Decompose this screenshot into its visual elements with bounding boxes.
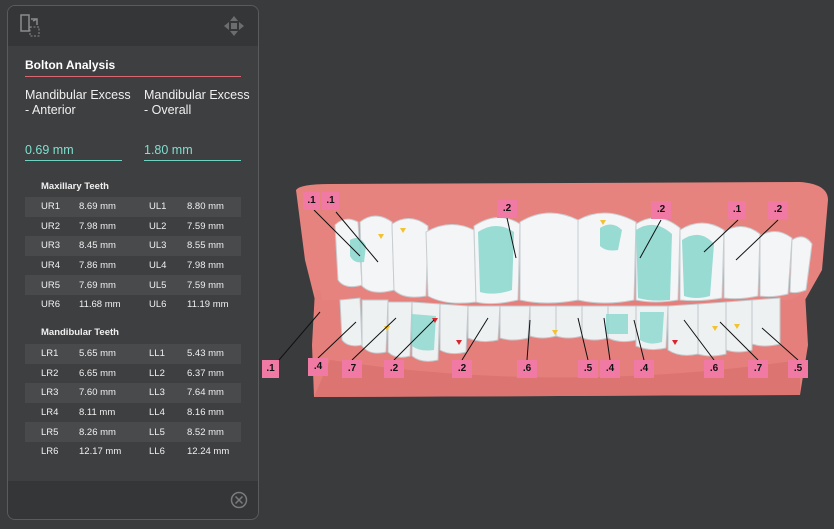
table-row: LR6 12.17 mm LL6 12.24 mm (25, 442, 241, 462)
tooth-id: LR3 (41, 387, 59, 399)
overall-underline (144, 160, 241, 161)
tooth-width: 7.86 mm (79, 260, 116, 272)
tooth-width: 7.59 mm (187, 220, 224, 232)
tooth-width: 8.69 mm (79, 201, 116, 213)
tooth-width: 8.11 mm (79, 407, 116, 419)
tooth-label: .2 (452, 360, 472, 378)
tooth-id: LL6 (149, 446, 165, 458)
tooth-id: UR2 (41, 220, 61, 232)
tooth-label: .5 (788, 360, 808, 378)
move-panel-icon[interactable] (223, 15, 245, 37)
anterior-underline (25, 160, 122, 161)
tooth-id: LL2 (149, 367, 165, 379)
tooth-id: UL2 (149, 220, 167, 232)
overall-excess-label: Mandibular Excess - Overall (144, 88, 250, 117)
anterior-excess-value: 0.69 mm (25, 143, 74, 157)
table-row: LR2 6.65 mm LL2 6.37 mm (25, 364, 241, 384)
tooth-width: 8.55 mm (187, 240, 224, 252)
tooth-label: .2 (384, 360, 404, 378)
tooth-width: 7.59 mm (187, 279, 224, 291)
tooth-id: UR4 (41, 260, 61, 272)
tooth-id: UL1 (149, 201, 167, 213)
tooth-width: 11.68 mm (79, 299, 121, 311)
tooth-width: 6.65 mm (79, 367, 116, 379)
panel-title: Bolton Analysis (25, 58, 116, 72)
table-row: UR6 11.68 mm UL6 11.19 mm (25, 295, 241, 315)
tooth-width: 7.98 mm (187, 260, 224, 272)
tooth-id: UR3 (41, 240, 61, 252)
tooth-label: .2 (768, 201, 788, 219)
tooth-width: 11.19 mm (187, 299, 229, 311)
tooth-width: 8.45 mm (79, 240, 116, 252)
tooth-id: UL4 (149, 260, 167, 272)
tooth-width: 7.60 mm (79, 387, 116, 399)
table-row: LR3 7.60 mm LL3 7.64 mm (25, 383, 241, 403)
dock-panel-icon[interactable] (20, 14, 42, 38)
tooth-width: 7.98 mm (79, 220, 116, 232)
tooth-id: UR1 (41, 201, 61, 213)
tooth-id: LR2 (41, 367, 59, 379)
tooth-width: 7.69 mm (79, 279, 116, 291)
tooth-id: LL5 (149, 426, 165, 438)
tooth-label: .4 (600, 360, 620, 378)
tooth-id: LR5 (41, 426, 59, 438)
tooth-id: UL5 (149, 279, 167, 291)
maxillary-table: UR1 8.69 mm UL1 8.80 mm UR2 7.98 mm UL2 7.59 mm… (25, 197, 241, 315)
tooth-width: 8.80 mm (187, 201, 224, 213)
table-row: UR2 7.98 mm UL2 7.59 mm (25, 217, 241, 237)
overall-excess-value: 1.80 mm (144, 143, 193, 157)
tooth-label: .1 (728, 201, 746, 219)
tooth-label: .7 (748, 360, 768, 378)
tooth-label: .4 (308, 358, 328, 376)
tooth-id: UL3 (149, 240, 167, 252)
tooth-label: .2 (497, 200, 517, 218)
panel-header (8, 6, 258, 46)
table-row: UR3 8.45 mm UL3 8.55 mm (25, 236, 241, 256)
tooth-label: .4 (634, 360, 654, 378)
tooth-label: .1 (303, 192, 320, 210)
title-divider (25, 76, 241, 77)
tooth-label: .6 (704, 360, 724, 378)
tooth-id: LL4 (149, 407, 165, 419)
tooth-id: LL3 (149, 387, 165, 399)
tooth-width: 8.16 mm (187, 407, 224, 419)
tooth-id: LL1 (149, 348, 165, 360)
tooth-id: UR6 (41, 299, 61, 311)
tooth-width: 7.64 mm (187, 387, 224, 399)
table-row: UR1 8.69 mm UL1 8.80 mm (25, 197, 241, 217)
tooth-width: 8.26 mm (79, 426, 116, 438)
tooth-width: 5.65 mm (79, 348, 116, 360)
tooth-id: UL6 (149, 299, 167, 311)
table-row: LR1 5.65 mm LL1 5.43 mm (25, 344, 241, 364)
tooth-label: .5 (578, 360, 598, 378)
tooth-id: LR6 (41, 446, 59, 458)
mandibular-table: LR1 5.65 mm LL1 5.43 mm LR2 6.65 mm LL2 6.37 mm… (25, 344, 241, 462)
table-row: LR4 8.11 mm LL4 8.16 mm (25, 403, 241, 423)
anterior-excess-label: Mandibular Excess - Anterior (25, 88, 131, 117)
mandibular-heading: Mandibular Teeth (41, 327, 119, 338)
tooth-label: .1 (262, 360, 279, 378)
tooth-width: 8.52 mm (187, 426, 224, 438)
tooth-id: UR5 (41, 279, 61, 291)
tooth-id: LR1 (41, 348, 59, 360)
panel-footer (8, 481, 258, 519)
tooth-label: .1 (322, 192, 339, 210)
table-row: UR4 7.86 mm UL4 7.98 mm (25, 256, 241, 276)
table-row: LR5 8.26 mm LL5 8.52 mm (25, 422, 241, 442)
close-icon[interactable] (230, 491, 248, 509)
tooth-width: 6.37 mm (187, 367, 224, 379)
tooth-label: .2 (651, 201, 671, 219)
tooth-label: .6 (517, 360, 537, 378)
tooth-width: 5.43 mm (187, 348, 224, 360)
tooth-label: .7 (342, 360, 362, 378)
maxillary-heading: Maxillary Teeth (41, 181, 109, 192)
table-row: UR5 7.69 mm UL5 7.59 mm (25, 275, 241, 295)
tooth-width: 12.24 mm (187, 446, 230, 458)
tooth-id: LR4 (41, 407, 59, 419)
bolton-analysis-panel: Bolton Analysis Mandibular Excess - Ante… (7, 5, 259, 520)
tooth-width: 12.17 mm (79, 446, 122, 458)
